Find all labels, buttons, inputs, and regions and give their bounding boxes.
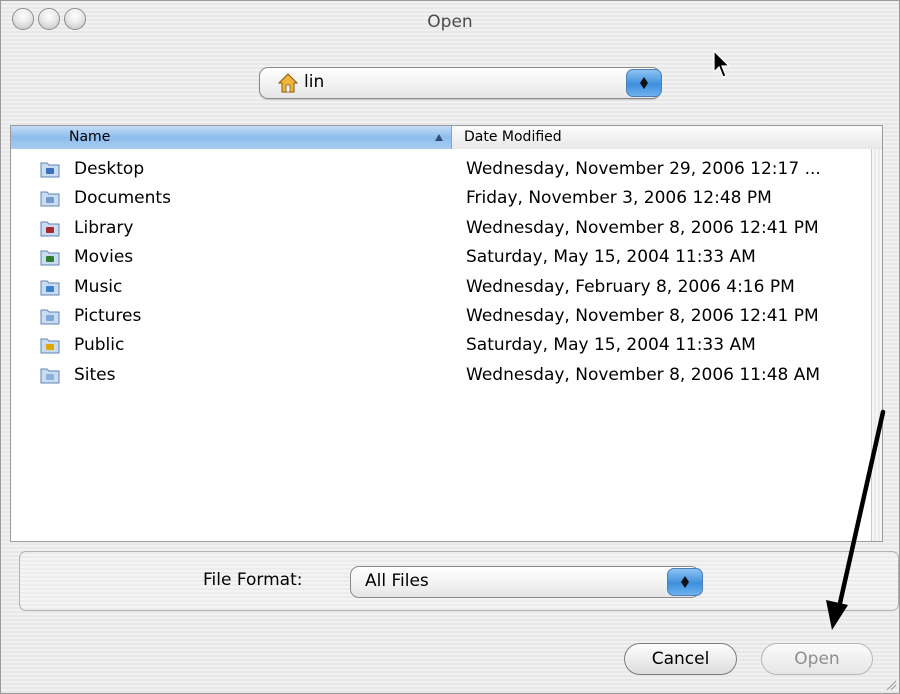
date-modified: Wednesday, November 8, 2006 12:41 PM [466, 305, 819, 326]
name-column-header[interactable]: Name [11, 126, 452, 149]
file-name: Public [74, 335, 125, 356]
sort-ascending-icon [435, 134, 443, 141]
file-name: Sites [74, 364, 116, 385]
list-item[interactable]: Music Wednesday, February 8, 2006 4:16 PM [11, 274, 882, 303]
list-item[interactable]: Sites Wednesday, November 8, 2006 11:48 A… [11, 362, 882, 391]
title-bar[interactable]: Open [1, 1, 899, 41]
list-item[interactable]: Documents Friday, November 3, 2006 12:48 … [11, 185, 882, 214]
file-browser[interactable]: Name Date Modified Desktop Wednesday, Nov… [10, 125, 883, 542]
list-item[interactable]: Library Wednesday, November 8, 2006 12:41… [11, 215, 882, 244]
name-column-label: Name [69, 129, 111, 145]
movies-folder-icon [40, 250, 60, 266]
list-item[interactable]: Public Saturday, May 15, 2004 11:33 AM [11, 332, 882, 361]
file-name: Desktop [74, 159, 145, 179]
path-label: lin [304, 72, 325, 92]
resize-grip-icon[interactable] [885, 679, 897, 691]
sites-folder-icon [40, 368, 60, 384]
date-modified: Saturday, May 15, 2004 11:33 AM [466, 335, 756, 356]
date-modified-column-label: Date Modified [464, 129, 562, 145]
music-folder-icon [40, 280, 60, 296]
date-modified-column-header[interactable]: Date Modified [452, 126, 882, 149]
date-modified: Wednesday, November 8, 2006 12:41 PM [466, 217, 819, 238]
file-format-label: File Format: [203, 570, 303, 590]
file-name: Movies [74, 247, 134, 268]
list-item[interactable]: Movies Saturday, May 15, 2004 11:33 AM [11, 244, 882, 273]
date-modified: Saturday, May 15, 2004 11:33 AM [466, 247, 756, 268]
file-name: Library [74, 217, 134, 238]
vertical-scrollbar[interactable] [871, 149, 882, 541]
home-icon [278, 73, 298, 93]
date-modified: Wednesday, November 8, 2006 11:48 AM [466, 364, 821, 385]
pictures-folder-icon [40, 309, 60, 325]
file-format-value: All Files [365, 571, 429, 591]
path-popup-button[interactable]: lin [259, 67, 662, 99]
file-list: Desktop Wednesday, November 29, 2006 12:1… [11, 156, 882, 391]
list-item[interactable]: Desktop Wednesday, November 29, 2006 12:1… [11, 156, 882, 185]
file-format-arrows-icon[interactable] [667, 568, 703, 596]
file-name: Documents [74, 188, 171, 209]
column-header: Name Date Modified [11, 126, 882, 149]
date-modified: Friday, November 3, 2006 12:48 PM [466, 188, 772, 209]
desktop-folder-icon [40, 162, 60, 178]
documents-folder-icon [40, 191, 60, 207]
mouse-pointer-icon [713, 50, 731, 78]
file-format-popup[interactable]: All Files [350, 566, 703, 598]
date-modified: Wednesday, November 29, 2006 12:17 ... [466, 159, 821, 179]
open-button[interactable]: Open [761, 643, 873, 675]
cancel-button[interactable]: Cancel [624, 643, 737, 675]
file-name: Music [74, 276, 123, 297]
date-modified: Wednesday, February 8, 2006 4:16 PM [466, 276, 795, 297]
open-dialog-window: Open lin Name Date Modified Desktop Wedne… [0, 0, 900, 694]
library-folder-icon [40, 221, 60, 237]
file-format-bar: File Format: All Files [19, 551, 899, 611]
list-item[interactable]: Pictures Wednesday, November 8, 2006 12:4… [11, 303, 882, 332]
file-name: Pictures [74, 305, 142, 326]
window-title: Open [427, 12, 473, 32]
path-popup-arrows-icon[interactable] [626, 69, 662, 97]
public-folder-icon [40, 338, 60, 354]
